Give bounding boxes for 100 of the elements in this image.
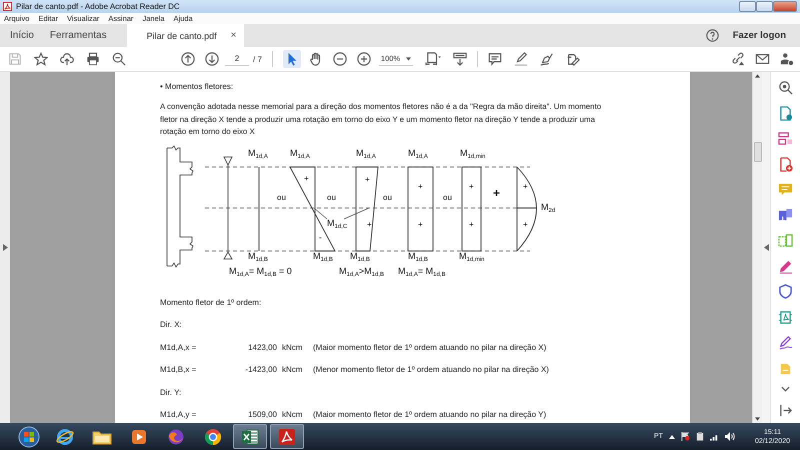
zoom-plus-icon[interactable] bbox=[356, 52, 371, 66]
fox-globe-icon[interactable] bbox=[167, 428, 185, 446]
direction-heading: Dir. X: bbox=[160, 320, 182, 330]
stamp-icon[interactable] bbox=[566, 52, 580, 66]
direction-heading: Dir. Y: bbox=[160, 388, 182, 398]
scroll-mode-icon[interactable] bbox=[452, 52, 467, 66]
unit-text: kNcm bbox=[282, 365, 304, 375]
moment-label: M$_{1d,A}$ bbox=[408, 148, 428, 158]
speaker-icon[interactable] bbox=[724, 432, 735, 441]
diagram-text: ou bbox=[443, 192, 452, 202]
start-orb-icon[interactable] bbox=[18, 426, 40, 448]
cloud-upload-icon[interactable] bbox=[60, 52, 74, 66]
page-up-icon[interactable] bbox=[181, 52, 195, 66]
fit-page-icon[interactable] bbox=[424, 52, 441, 66]
diagram-text: ou bbox=[383, 192, 392, 202]
moment-label: M$_{1d,B}$ bbox=[313, 250, 333, 260]
diagram-sign: + bbox=[365, 176, 370, 184]
moment-label: M$_{1d,A}$ bbox=[290, 148, 310, 158]
tab[interactable]: Ferramentas bbox=[42, 24, 115, 47]
chevron-down-icon[interactable] bbox=[781, 386, 790, 392]
tray-expand-icon[interactable] bbox=[668, 434, 675, 438]
scroll-down-icon[interactable] bbox=[755, 417, 760, 421]
section-heading: • Momentos fletores: bbox=[160, 82, 234, 92]
moment-name: M1d,B,x = bbox=[160, 365, 198, 375]
moment-note: (Menor momento fletor de 1º ordem atuando no pilar na direção X) bbox=[313, 365, 549, 375]
moment-label: M$_{1d,A}$ bbox=[356, 148, 376, 158]
moment-label: M$_{1d,B}$ bbox=[408, 250, 428, 260]
subheading: Momento fletor de 1º ordem: bbox=[160, 298, 262, 308]
pdf-app-icon bbox=[3, 2, 12, 11]
play-icon[interactable] bbox=[131, 428, 147, 444]
help-icon[interactable] bbox=[706, 29, 719, 42]
comment-icon[interactable] bbox=[488, 52, 502, 66]
moment-label: M$_{1d,B}$ bbox=[248, 250, 268, 260]
maximize-button[interactable] bbox=[756, 1, 773, 12]
share-link-icon[interactable] bbox=[731, 52, 745, 66]
scan-icon[interactable] bbox=[778, 310, 793, 324]
moment-label: M$_{1d,C}$ bbox=[327, 218, 348, 228]
pen-nib-icon[interactable] bbox=[540, 52, 554, 66]
signature-pen-icon[interactable] bbox=[778, 335, 793, 350]
diagram-text: ou bbox=[277, 192, 286, 202]
e-browser-icon[interactable] bbox=[56, 428, 74, 446]
hand-icon[interactable] bbox=[308, 52, 323, 66]
diagram-text: + bbox=[493, 188, 500, 198]
moment-note: (Maior momento fletor de 1º ordem atuando no pilar na direção Y) bbox=[313, 410, 546, 420]
expand-left-icon[interactable] bbox=[2, 244, 8, 251]
person-add-icon[interactable] bbox=[780, 52, 794, 66]
shield-icon[interactable] bbox=[778, 284, 793, 299]
diagram-sign: + bbox=[418, 220, 423, 228]
page-number-field[interactable]: 2 bbox=[225, 52, 249, 66]
moment-name: M1d,A,x = bbox=[160, 342, 198, 352]
clipboard-icon[interactable] bbox=[696, 432, 704, 441]
zoom-icon[interactable] bbox=[778, 80, 793, 95]
combine-files-icon[interactable] bbox=[778, 208, 793, 222]
caret-icon bbox=[406, 56, 411, 60]
tab[interactable]: Início bbox=[2, 24, 42, 47]
exit-arrow-icon[interactable] bbox=[778, 402, 793, 418]
unit-text: kNcm bbox=[282, 410, 304, 420]
export-file-icon[interactable] bbox=[778, 106, 793, 120]
mail-icon[interactable] bbox=[755, 52, 770, 66]
signal-icon[interactable] bbox=[710, 432, 719, 440]
page-down-icon[interactable] bbox=[205, 52, 219, 66]
diagram-sign: + bbox=[523, 182, 528, 190]
star-icon[interactable] bbox=[34, 52, 48, 66]
zoom-minus-icon[interactable] bbox=[332, 52, 347, 66]
file-plus-icon[interactable] bbox=[778, 156, 793, 172]
printer-icon[interactable] bbox=[86, 52, 100, 66]
leader-line bbox=[344, 207, 370, 219]
leader-line bbox=[314, 207, 328, 219]
spreadsheet-icon[interactable] bbox=[241, 428, 259, 446]
folder-icon[interactable] bbox=[92, 428, 112, 444]
pdf-icon[interactable] bbox=[278, 428, 296, 446]
scroll-thumb[interactable] bbox=[754, 142, 762, 162]
moment-label: M$_{1d,B}$ bbox=[350, 250, 370, 260]
pen-icon[interactable] bbox=[778, 258, 793, 274]
condition-label: M$_{1d,A}$>M$_{1d,B}$ bbox=[339, 266, 384, 276]
diagram-text: ou bbox=[327, 192, 336, 202]
diagram-sign: + bbox=[469, 182, 474, 190]
circle-browser-icon[interactable] bbox=[204, 428, 222, 446]
scroll-up-icon[interactable] bbox=[755, 74, 760, 78]
diagram-sign: + bbox=[523, 220, 528, 228]
document-tab[interactable]: Pilar de canto.pdf × bbox=[126, 24, 244, 47]
moment-label: M$_{2d}$ bbox=[541, 202, 556, 212]
highlighter-icon[interactable] bbox=[514, 52, 528, 66]
moment-label: M$_{1d,min}$ bbox=[460, 148, 486, 158]
sign-in-link[interactable]: Fazer logon bbox=[732, 30, 786, 41]
window-title: Pilar de canto.pdf - Adobe Acrobat Reader DC bbox=[16, 2, 180, 11]
scrollbar[interactable] bbox=[752, 72, 762, 423]
page-count: / 7 bbox=[253, 54, 262, 64]
condition-label: M$_{1d,A}$= M$_{1d,B}$ = 0 bbox=[229, 266, 292, 276]
diagram-sign: + bbox=[367, 220, 372, 228]
unit-text: kNcm bbox=[282, 342, 304, 352]
moment-label: M$_{1d,min}$ bbox=[459, 250, 485, 260]
condition-label: M$_{1d,A}$= M$_{1d,B}$ bbox=[398, 266, 446, 276]
flag-icon[interactable] bbox=[680, 432, 690, 441]
tab-close-button[interactable]: × bbox=[230, 30, 236, 41]
zoom-out-icon[interactable] bbox=[112, 52, 126, 66]
moment-label: M$_{1d,A}$ bbox=[248, 148, 268, 158]
moment-value: 1509,00 bbox=[247, 410, 277, 420]
minimize-button[interactable] bbox=[739, 1, 756, 12]
layout-icon[interactable] bbox=[778, 131, 793, 146]
